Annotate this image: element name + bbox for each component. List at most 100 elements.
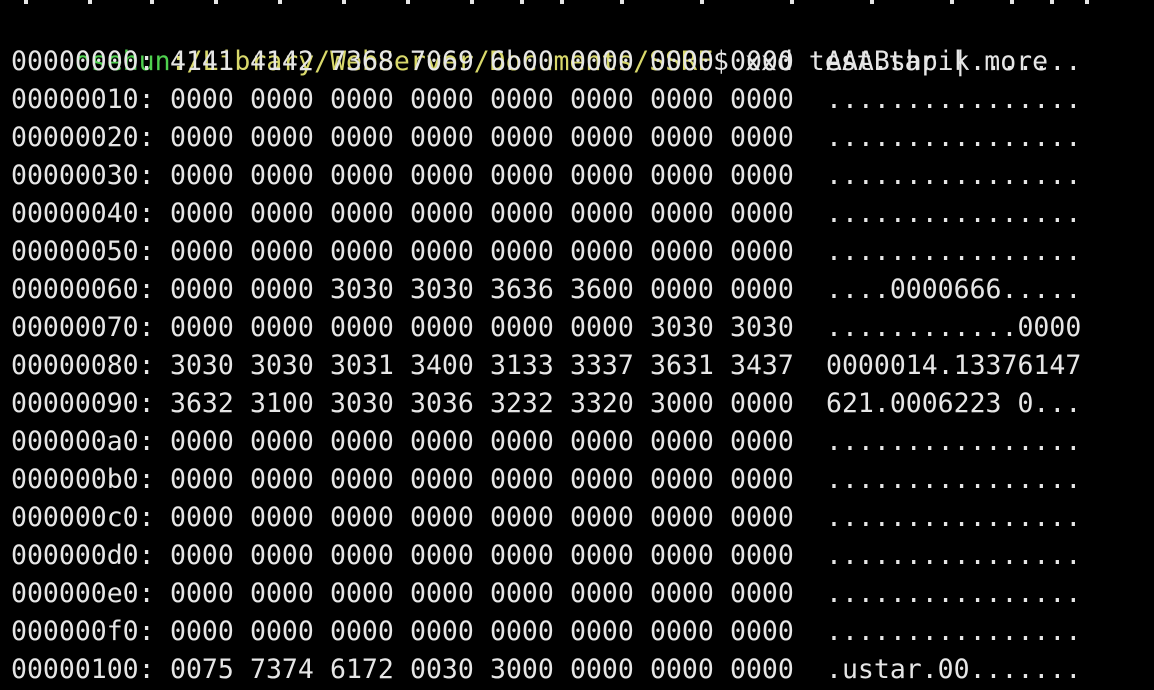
hex-word: 0000 [730, 426, 794, 457]
hexdump-row: 00000090: 3632 3100 3030 3036 3232 3320 3000 000… [0, 385, 1154, 423]
hex-word: 0000 [410, 464, 474, 495]
ascii-column: ................ [826, 198, 1082, 229]
hex-word: 0000 [330, 578, 394, 609]
hex-word: 0000 [570, 122, 634, 153]
hex-word: 0000 [730, 464, 794, 495]
hex-word: 0000 [170, 198, 234, 229]
hex-word: 0000 [490, 616, 554, 647]
hex-word: 0000 [570, 198, 634, 229]
hex-word: 3031 [330, 350, 394, 381]
hex-word: 0000 [570, 616, 634, 647]
hex-word: 0000 [250, 312, 314, 343]
row-offset: 00000070: [11, 312, 155, 343]
hex-word: 3600 [570, 274, 634, 305]
hex-word: 0000 [250, 274, 314, 305]
hex-word: 3000 [490, 654, 554, 685]
row-offset: 00000060: [11, 274, 155, 305]
hex-word: 7069 [410, 46, 474, 77]
hex-word: 0000 [250, 236, 314, 267]
hex-word: 0000 [410, 578, 474, 609]
hex-word: 3320 [570, 388, 634, 419]
row-offset: 00000010: [11, 84, 155, 115]
hex-word: 3400 [410, 350, 474, 381]
row-offset: 000000e0: [11, 578, 155, 609]
hex-word: 3030 [170, 350, 234, 381]
hex-word: 0000 [570, 578, 634, 609]
row-offset: 00000080: [11, 350, 155, 381]
terminal-window[interactable]: osehun:/Library/WebServer/Documents/SSRF… [0, 0, 1154, 690]
hex-word: 0000 [490, 198, 554, 229]
row-offset: 00000000: [11, 46, 155, 77]
hex-word: 0000 [330, 160, 394, 191]
hex-word: 0000 [410, 198, 474, 229]
ascii-column: ................ [826, 616, 1082, 647]
hex-word: 3030 [250, 350, 314, 381]
row-offset: 00000090: [11, 388, 155, 419]
hex-word: 0000 [250, 426, 314, 457]
hex-word: 0000 [250, 578, 314, 609]
hex-word: 0000 [410, 84, 474, 115]
hex-word: 0000 [330, 236, 394, 267]
hex-word: 0000 [730, 274, 794, 305]
hex-word: 0000 [730, 46, 794, 77]
hex-word: 0000 [170, 236, 234, 267]
ascii-column: 621.0006223 0... [826, 388, 1082, 419]
hex-word: 0000 [650, 578, 714, 609]
hex-word: 0000 [170, 84, 234, 115]
hexdump-row: 000000b0: 0000 0000 0000 0000 0000 0000 0000 000… [0, 461, 1154, 499]
hexdump-row: 00000100: 0075 7374 6172 0030 3000 0000 0000 000… [0, 651, 1154, 689]
hex-word: 3036 [410, 388, 474, 419]
hex-word: 0000 [650, 540, 714, 571]
hex-word: 0000 [730, 160, 794, 191]
hex-word: 0000 [650, 122, 714, 153]
hex-word: 3030 [330, 388, 394, 419]
ascii-column: ................ [826, 540, 1082, 571]
hex-word: 0000 [730, 84, 794, 115]
hex-word: 3133 [490, 350, 554, 381]
hex-word: 0000 [730, 540, 794, 571]
hex-word: 0000 [490, 84, 554, 115]
hex-word: 0000 [250, 84, 314, 115]
row-offset: 000000a0: [11, 426, 155, 457]
ascii-column: ................ [826, 502, 1082, 533]
hex-word: 0000 [650, 464, 714, 495]
ascii-column: ................ [826, 464, 1082, 495]
hex-word: 0000 [330, 426, 394, 457]
hexdump-row: 000000a0: 0000 0000 0000 0000 0000 0000 0000 000… [0, 423, 1154, 461]
hex-word: 7374 [250, 654, 314, 685]
hex-word: 0000 [410, 160, 474, 191]
hex-word: 0000 [730, 616, 794, 647]
hex-word: 0000 [490, 160, 554, 191]
hex-word: 0000 [410, 312, 474, 343]
ascii-column: .ustar.00....... [826, 654, 1082, 685]
hex-word: 7368 [330, 46, 394, 77]
hex-word: 0000 [650, 198, 714, 229]
hex-word: 0000 [730, 198, 794, 229]
hexdump-row: 00000080: 3030 3030 3031 3400 3133 3337 3631 343… [0, 347, 1154, 385]
hex-word: 0000 [490, 122, 554, 153]
hex-word: 0000 [650, 236, 714, 267]
hex-word: 3030 [650, 312, 714, 343]
hex-word: 0000 [490, 502, 554, 533]
row-offset: 00000020: [11, 122, 155, 153]
hexdump-row: 00000000: 4141 4142 7368 7069 6b00 0000 0000 000… [0, 43, 1154, 81]
hex-word: 0030 [410, 654, 474, 685]
hex-word: 0000 [410, 502, 474, 533]
hex-word: 0000 [170, 502, 234, 533]
hex-word: 0000 [490, 540, 554, 571]
hex-word: 3000 [650, 388, 714, 419]
row-offset: 000000f0: [11, 616, 155, 647]
hex-word: 0000 [570, 46, 634, 77]
hex-word: 0000 [650, 274, 714, 305]
hex-word: 0000 [570, 502, 634, 533]
hex-word: 3232 [490, 388, 554, 419]
hex-word: 0000 [250, 502, 314, 533]
hex-word: 0000 [170, 312, 234, 343]
hex-word: 0000 [570, 540, 634, 571]
hex-word: 0000 [490, 312, 554, 343]
hex-word: 0000 [330, 122, 394, 153]
hexdump-row: 00000060: 0000 0000 3030 3030 3636 3600 0000 000… [0, 271, 1154, 309]
row-offset: 000000d0: [11, 540, 155, 571]
hex-word: 0000 [170, 274, 234, 305]
hex-word: 0000 [570, 236, 634, 267]
